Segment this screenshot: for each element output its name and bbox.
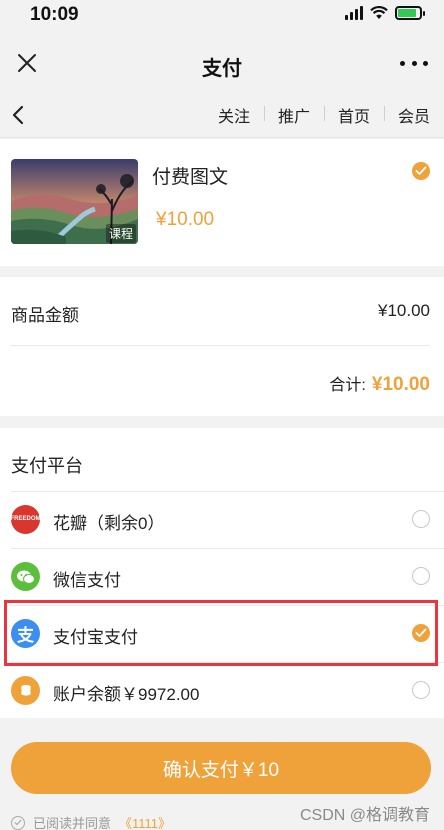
member-link[interactable]: 会员 [383,103,444,127]
alipay-icon: 支 [11,619,40,648]
total-value: ¥10.00 [371,374,430,395]
wifi-icon [370,6,388,19]
huabei-icon: FREEDOM [11,505,41,534]
chevron-left-icon [12,105,24,125]
product-price: ¥10.00 [156,209,215,230]
home-link[interactable]: 首页 [323,103,384,127]
follow-link[interactable]: 关注 [204,103,264,127]
wallet-icon [11,676,40,705]
more-options-button[interactable] [400,56,428,70]
agreement-row: 已阅读并同意 《1111》 [11,813,171,830]
payment-option-label: 支付宝支付 [53,628,138,647]
confirm-payment-button[interactable]: 确认支付￥10 [11,742,431,794]
signal-icon [345,6,363,20]
subtotal-value: ¥10.00 [378,301,430,320]
watermark: CSDN @格调教育 [299,807,430,824]
payment-option-balance[interactable]: 账户余额￥9972.00 [0,662,444,719]
thumbnail-tag: 课程 [105,224,136,243]
more-icon [400,60,405,66]
payment-option-alipay[interactable]: 支 支付宝支付 [0,605,444,662]
sub-nav-links: 关注 推广 首页 会员 [204,92,444,138]
product-thumbnail: 课程 [11,159,138,244]
total-label: 合计: [329,377,366,394]
check-icon [415,166,427,175]
payment-radio-selected[interactable] [412,624,430,642]
status-bar: 10:09 [0,0,444,32]
promote-link[interactable]: 推广 [263,103,324,127]
back-button[interactable] [8,102,30,128]
payment-option-label: 花瓣（剩余0） [53,514,165,533]
subtotal-label: 商品金额 [11,306,79,325]
total-row: 合计: ¥10.00 [329,371,430,396]
nav-bar: 支付 [0,32,444,92]
product-card: 课程 付费图文 ¥10.00 [0,139,444,266]
payment-option-wechat[interactable]: 微信支付 [0,548,444,605]
payment-option-label: 微信支付 [53,571,121,590]
payment-radio[interactable] [412,510,430,528]
sub-nav: 关注 推广 首页 会员 [0,92,444,138]
page-title: 支付 [202,58,242,80]
payment-radio[interactable] [412,681,430,699]
payment-option-label: 账户余额￥9972.00 [53,685,200,704]
divider [11,345,430,346]
battery-icon [395,6,425,20]
product-name: 付费图文 [152,167,229,188]
product-selected-checkbox[interactable] [412,162,430,180]
wechat-icon [11,562,40,591]
payment-option-huabei[interactable]: FREEDOM 花瓣（剩余0） [0,491,444,548]
status-time: 10:09 [30,4,79,25]
payment-card: 支付平台 FREEDOM 花瓣（剩余0） 微信支付 支 支付宝支付 账户余额￥9… [0,428,444,718]
check-icon [14,819,22,826]
amount-card: 商品金额 ¥10.00 合计: ¥10.00 [0,277,444,416]
status-icons [345,6,425,20]
payment-title: 支付平台 [11,456,83,476]
payment-radio[interactable] [412,567,430,585]
check-icon [415,628,427,637]
agreement-link[interactable]: 《1111》 [119,813,171,830]
agreement-checkbox[interactable] [11,815,25,830]
agreement-text: 已阅读并同意 [33,816,112,830]
